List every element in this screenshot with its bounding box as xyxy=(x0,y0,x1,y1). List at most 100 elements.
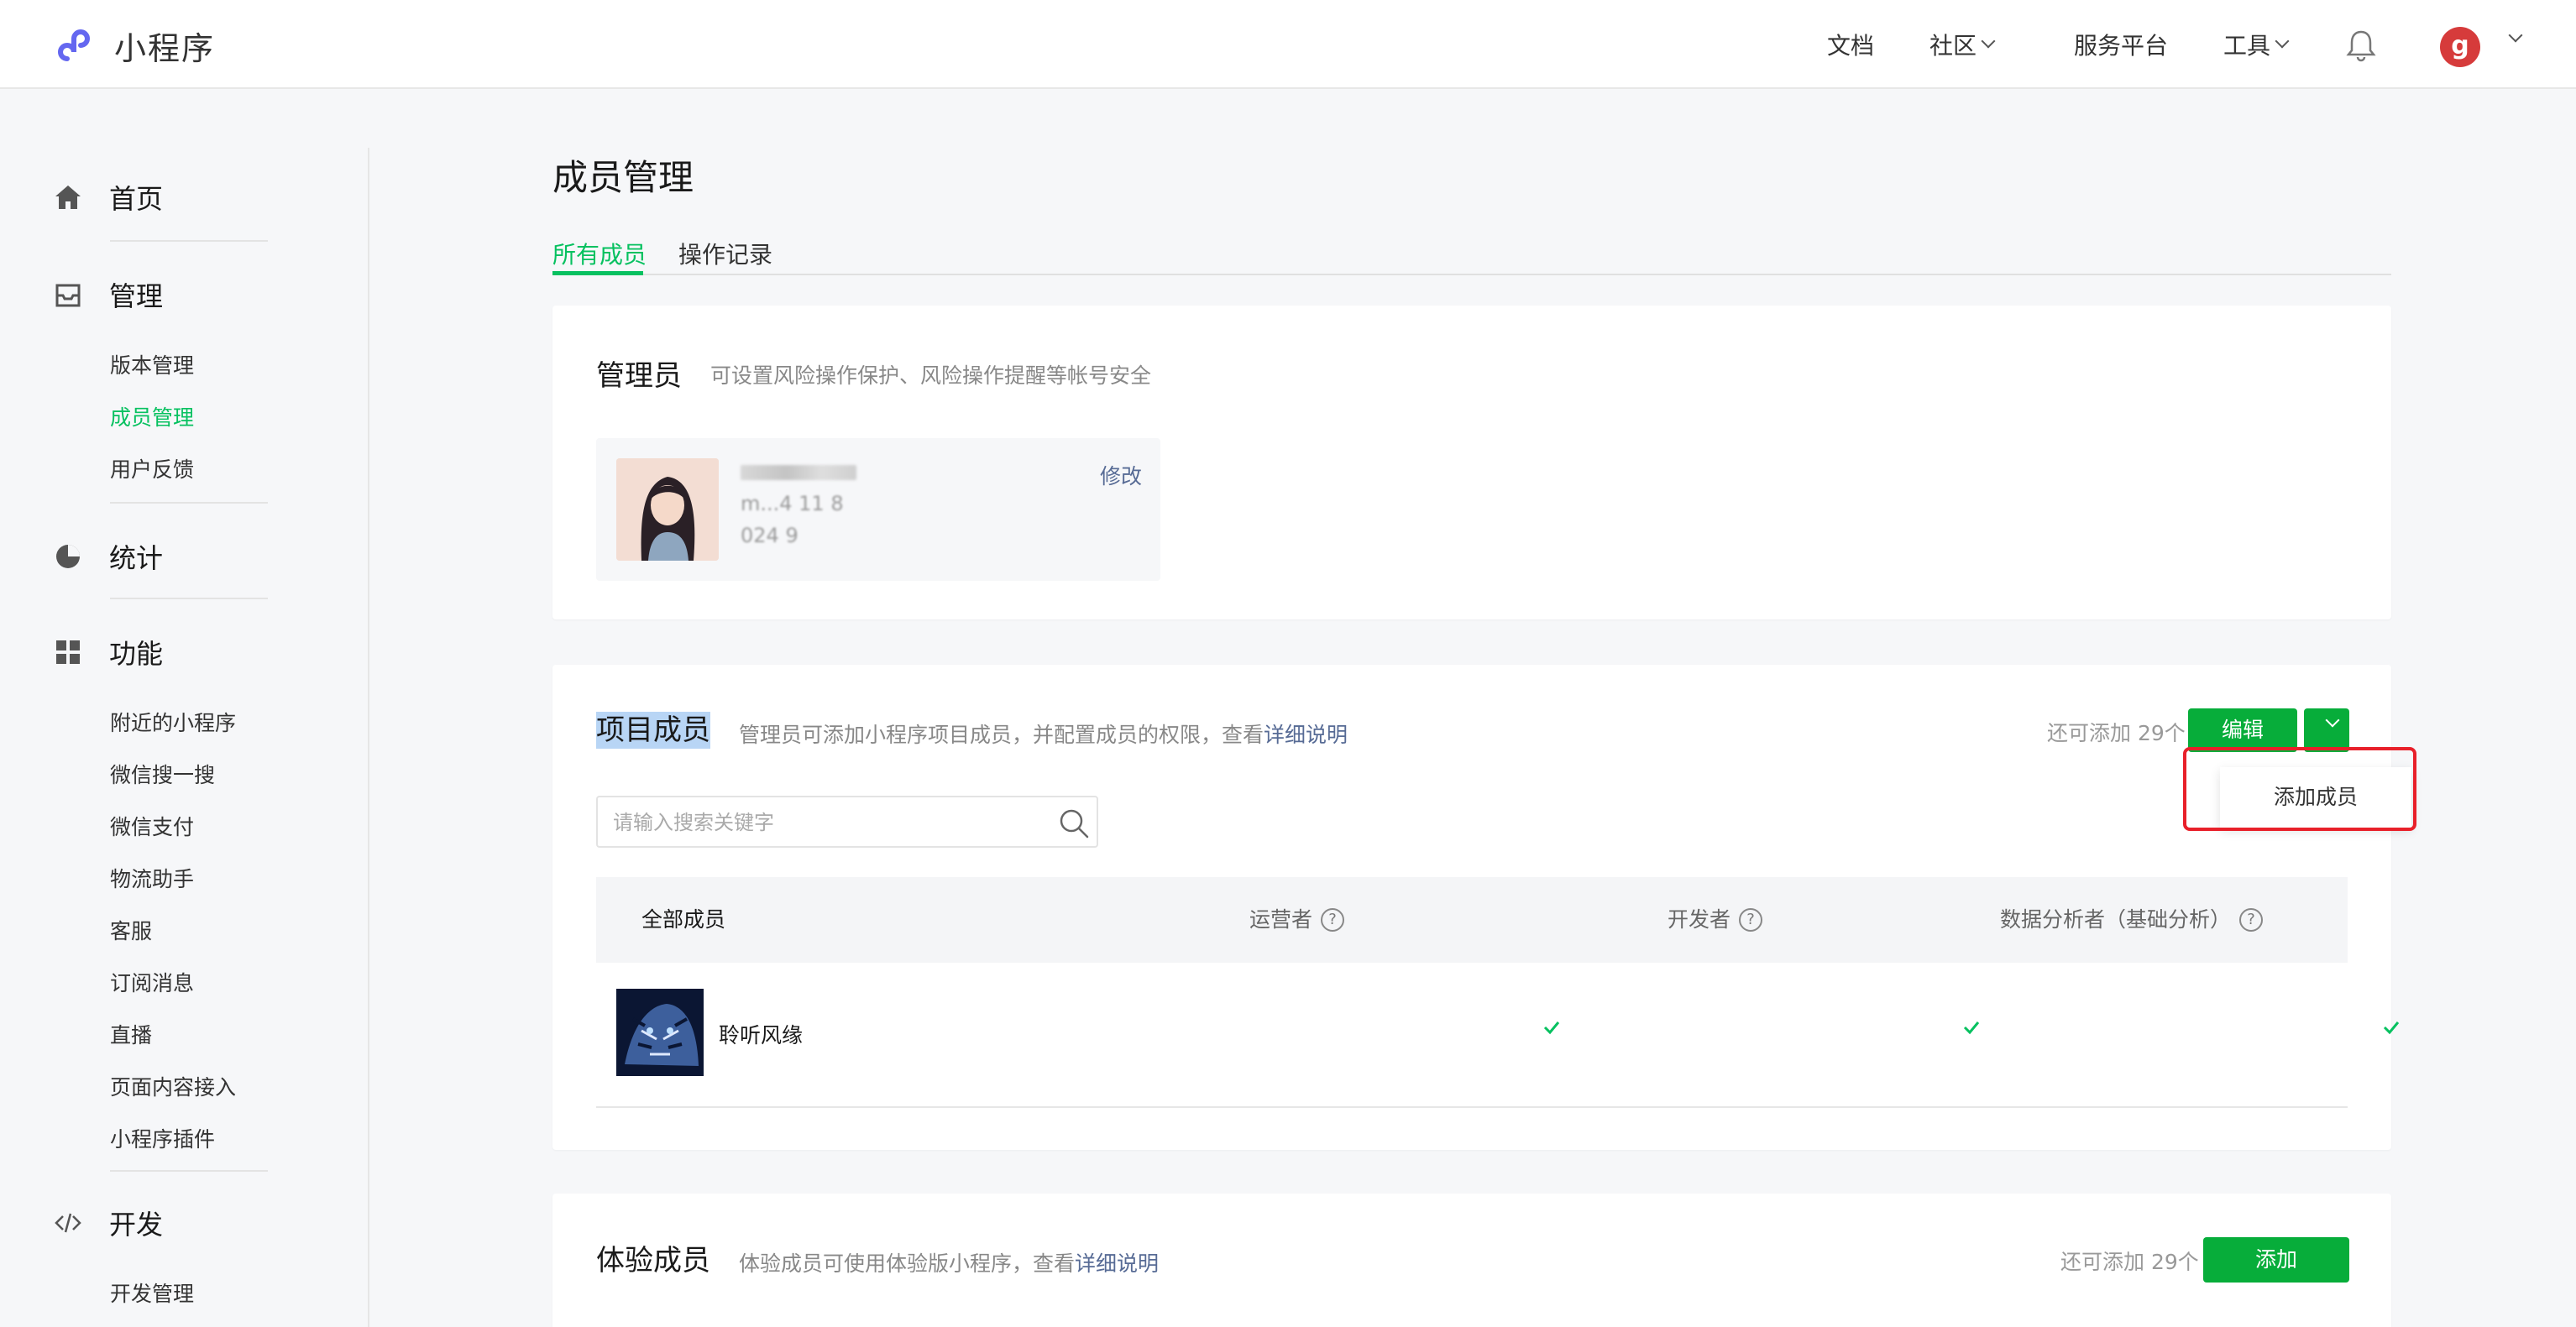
user-avatar[interactable]: g xyxy=(2440,27,2480,67)
sidebar-item-member-management[interactable]: 成员管理 xyxy=(110,401,194,431)
project-members-detail-link[interactable]: 详细说明 xyxy=(1264,723,1348,747)
sidebar-item-customer-service[interactable]: 客服 xyxy=(110,915,152,945)
bell-icon[interactable] xyxy=(2346,29,2376,62)
chevron-down-icon xyxy=(2325,713,2340,728)
search-icon[interactable] xyxy=(1058,807,1090,839)
sidebar-item-manage[interactable]: 管理 xyxy=(54,275,163,314)
admin-id-redacted: m...4 11 8 xyxy=(741,492,844,515)
sidebar-item-home[interactable]: 首页 xyxy=(54,178,163,217)
top-bar: 小程序 文档 社区 服务平台 工具 g xyxy=(0,0,2576,89)
app-logo[interactable]: 小程序 xyxy=(54,22,215,69)
sidebar-item-stats-label: 统计 xyxy=(109,542,164,574)
project-members-remaining: 还可添加 29个 xyxy=(2047,721,2186,745)
analyst-check-icon xyxy=(2383,1021,2400,1035)
chevron-down-icon[interactable] xyxy=(2508,28,2523,43)
member-avatar-illustration xyxy=(616,989,704,1076)
admin-title: 管理员 xyxy=(596,359,682,393)
sidebar-item-nearby-mini-programs[interactable]: 附近的小程序 xyxy=(110,707,236,737)
sidebar-item-dev-management[interactable]: 开发管理 xyxy=(110,1277,194,1308)
help-icon[interactable]: ? xyxy=(2239,908,2264,932)
grid-icon xyxy=(56,640,80,664)
sidebar-item-features-label: 功能 xyxy=(109,638,164,670)
member-search-box[interactable] xyxy=(596,796,1098,848)
divider xyxy=(110,240,268,242)
admin-avatar xyxy=(616,458,719,561)
help-icon[interactable]: ? xyxy=(1739,908,1763,932)
chevron-down-icon xyxy=(2275,34,2290,49)
column-operator-label: 运营者 xyxy=(1249,907,1313,932)
nav-community[interactable]: 社区 xyxy=(1929,0,1996,89)
experience-members-title: 体验成员 xyxy=(596,1244,710,1277)
home-icon xyxy=(55,185,81,209)
column-data-analyst: 数据分析者（基础分析） ? xyxy=(2000,877,2264,963)
column-developer-label: 开发者 xyxy=(1668,907,1731,932)
operator-check-icon xyxy=(1543,1021,1560,1035)
nav-service-platform[interactable]: 服务平台 xyxy=(2074,0,2168,89)
member-avatar xyxy=(616,989,704,1076)
experience-members-desc-text: 体验成员可使用体验版小程序，查看 xyxy=(739,1251,1076,1276)
sidebar-item-features[interactable]: 功能 xyxy=(54,633,163,671)
modify-admin-link[interactable]: 修改 xyxy=(1100,460,1142,490)
project-members-title-text: 项目成员 xyxy=(596,712,710,749)
sidebar-item-subscription-messages[interactable]: 订阅消息 xyxy=(110,967,194,997)
divider xyxy=(110,598,268,599)
admin-description: 可设置风险操作保护、风险操作提醒等帐号安全 xyxy=(710,363,1152,388)
members-table-header: 全部成员 运营者 ? 开发者 ? 数据分析者（基础分析） ? xyxy=(596,877,2348,963)
sidebar-item-plugins[interactable]: 小程序插件 xyxy=(110,1123,215,1153)
sidebar-divider xyxy=(368,148,369,1327)
nav-tools-label: 工具 xyxy=(2223,32,2271,60)
admin-card: 管理员 可设置风险操作保护、风险操作提醒等帐号安全 m...4 11 8 024… xyxy=(552,306,2391,619)
nav-community-label: 社区 xyxy=(1929,32,1977,60)
active-tab-indicator xyxy=(552,271,643,275)
sidebar-item-logistics-assistant[interactable]: 物流助手 xyxy=(110,863,194,893)
chevron-down-icon xyxy=(1981,34,1996,49)
experience-members-card: 体验成员 体验成员可使用体验版小程序，查看详细说明 还可添加 29个 添加 xyxy=(552,1194,2391,1327)
code-icon xyxy=(55,1213,81,1233)
admin-info-box: m...4 11 8 024 9 修改 xyxy=(596,438,1160,581)
member-search-input[interactable] xyxy=(613,807,1033,838)
experience-members-description: 体验成员可使用体验版小程序，查看详细说明 xyxy=(739,1247,1159,1277)
help-icon[interactable]: ? xyxy=(1321,908,1345,932)
developer-check-icon xyxy=(1963,1021,1980,1035)
tabs-divider xyxy=(552,274,2391,275)
column-data-analyst-label: 数据分析者（基础分析） xyxy=(2000,907,2232,932)
nav-docs-label: 文档 xyxy=(1827,32,1875,60)
mini-program-logo-icon xyxy=(58,29,90,61)
column-operator: 运营者 ? xyxy=(1249,877,1345,963)
experience-members-detail-link[interactable]: 详细说明 xyxy=(1075,1251,1159,1276)
add-experience-member-button[interactable]: 添加 xyxy=(2203,1237,2349,1283)
experience-members-remaining: 还可添加 29个 xyxy=(2060,1250,2199,1274)
tab-operation-log[interactable]: 操作记录 xyxy=(678,237,772,270)
sidebar-item-manage-label: 管理 xyxy=(109,280,164,312)
sidebar-item-stats[interactable]: 统计 xyxy=(54,537,163,576)
admin-phone-redacted: 024 9 xyxy=(741,524,798,547)
sidebar-item-dev-label: 开发 xyxy=(109,1209,164,1241)
project-members-description: 管理员可添加小程序项目成员，并配置成员的权限，查看详细说明 xyxy=(739,718,1348,749)
nav-docs[interactable]: 文档 xyxy=(1827,0,1874,89)
sidebar-item-page-content-access[interactable]: 页面内容接入 xyxy=(110,1071,236,1101)
project-members-title: 项目成员 xyxy=(596,707,710,749)
divider xyxy=(110,502,268,504)
tab-all-members[interactable]: 所有成员 xyxy=(552,237,647,270)
sidebar-item-version-management[interactable]: 版本管理 xyxy=(110,349,194,379)
column-all-members: 全部成员 xyxy=(641,877,725,963)
sidebar-item-dev[interactable]: 开发 xyxy=(54,1204,163,1242)
more-actions-dropdown-button[interactable] xyxy=(2304,708,2349,752)
project-members-desc-text: 管理员可添加小程序项目成员，并配置成员的权限，查看 xyxy=(739,723,1264,747)
app-name: 小程序 xyxy=(114,29,216,67)
highlight-annotation-box xyxy=(2183,747,2416,831)
sidebar-item-wechat-search[interactable]: 微信搜一搜 xyxy=(110,759,215,789)
sidebar-item-live-streaming[interactable]: 直播 xyxy=(110,1019,152,1049)
row-divider xyxy=(596,1106,2348,1108)
project-members-card: 项目成员 管理员可添加小程序项目成员，并配置成员的权限，查看详细说明 还可添加 … xyxy=(552,665,2400,1150)
divider xyxy=(110,1170,268,1172)
sidebar-item-home-label: 首页 xyxy=(109,183,164,215)
pie-chart-icon xyxy=(56,545,80,568)
column-developer: 开发者 ? xyxy=(1668,877,1763,963)
admin-name-redacted xyxy=(741,465,856,480)
member-name: 聆听风缘 xyxy=(719,1023,804,1047)
edit-button[interactable]: 编辑 xyxy=(2188,708,2297,752)
sidebar-item-user-feedback[interactable]: 用户反馈 xyxy=(110,453,194,483)
sidebar-item-wechat-pay[interactable]: 微信支付 xyxy=(110,811,194,841)
nav-tools[interactable]: 工具 xyxy=(2223,0,2290,89)
